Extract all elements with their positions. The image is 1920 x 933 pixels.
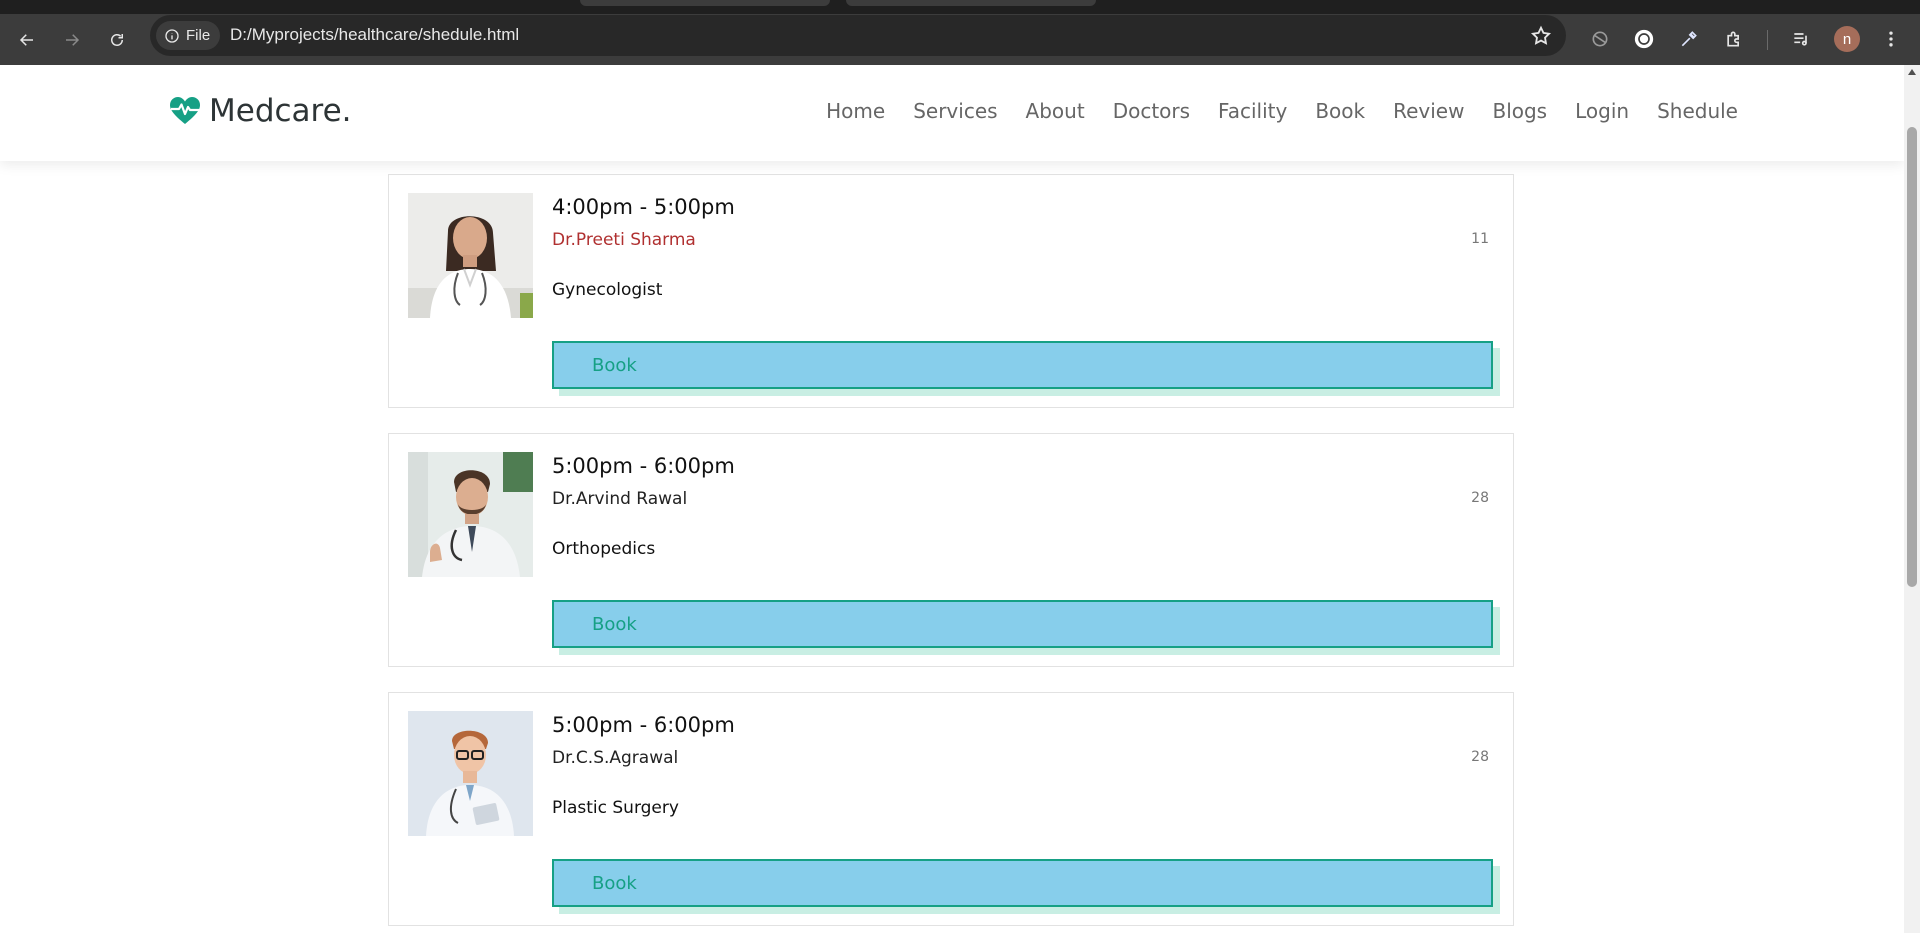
doctor-photo: [408, 452, 533, 577]
book-button[interactable]: Book: [552, 341, 1493, 389]
time-slot: 5:00pm - 6:00pm: [552, 713, 735, 737]
nav-shedule[interactable]: Shedule: [1657, 99, 1738, 123]
browser-toolbar: File D:/Myprojects/healthcare/shedule.ht…: [0, 14, 1920, 65]
site-info-chip[interactable]: File: [156, 21, 221, 50]
doctor-specialty: Gynecologist: [552, 280, 663, 300]
book-button[interactable]: Book: [552, 600, 1493, 648]
nav-home[interactable]: Home: [826, 99, 885, 123]
slot-count: 28: [1471, 749, 1489, 765]
doctor-specialty: Orthopedics: [552, 539, 656, 559]
extension-blocked-icon[interactable]: [1587, 26, 1613, 52]
nav-blogs[interactable]: Blogs: [1492, 99, 1547, 123]
doctor-name: Dr.Preeti Sharma: [552, 230, 696, 250]
schedule-card: 5:00pm - 6:00pm Dr.C.S.Agrawal Plastic S…: [388, 692, 1514, 926]
slot-count: 11: [1471, 231, 1489, 247]
doctor-photo: [408, 193, 533, 318]
schedule-card: 5:00pm - 6:00pm Dr.Arvind Rawal Orthoped…: [388, 433, 1514, 667]
forward-icon[interactable]: [58, 26, 86, 54]
heart-pulse-icon: [170, 97, 200, 124]
eyedropper-icon[interactable]: [1676, 26, 1702, 52]
media-queue-icon[interactable]: [1788, 26, 1814, 52]
schedule-card: 4:00pm - 5:00pm Dr.Preeti Sharma Gynecol…: [388, 174, 1514, 408]
file-chip-label: File: [186, 27, 211, 44]
address-bar[interactable]: File D:/Myprojects/healthcare/shedule.ht…: [150, 15, 1566, 56]
nav-about[interactable]: About: [1026, 99, 1085, 123]
page-viewport: Medcare. Home Services About Doctors Fac…: [0, 65, 1904, 933]
profile-avatar[interactable]: n: [1834, 26, 1860, 52]
logo-text: Medcare.: [209, 93, 352, 129]
extension-circle-icon[interactable]: [1631, 26, 1657, 52]
toolbar-divider: [1767, 30, 1768, 50]
menu-kebab-icon[interactable]: [1878, 26, 1904, 52]
nav-review[interactable]: Review: [1393, 99, 1464, 123]
doctor-name: Dr.Arvind Rawal: [552, 489, 688, 509]
vertical-scrollbar[interactable]: [1904, 65, 1920, 933]
info-icon: [165, 28, 179, 43]
slot-count: 28: [1471, 490, 1489, 506]
nav-facility[interactable]: Facility: [1218, 99, 1287, 123]
url-text[interactable]: D:/Myprojects/healthcare/shedule.html: [230, 25, 519, 45]
main-nav: Home Services About Doctors Facility Boo…: [826, 99, 1738, 123]
back-icon[interactable]: [13, 26, 41, 54]
doctor-name: Dr.C.S.Agrawal: [552, 748, 679, 768]
bookmark-star-icon[interactable]: [1530, 25, 1552, 47]
nav-doctors[interactable]: Doctors: [1113, 99, 1190, 123]
nav-services[interactable]: Services: [913, 99, 997, 123]
book-button[interactable]: Book: [552, 859, 1493, 907]
browser-tab[interactable]: [580, 0, 830, 6]
schedule-list: 4:00pm - 5:00pm Dr.Preeti Sharma Gynecol…: [388, 174, 1514, 933]
time-slot: 5:00pm - 6:00pm: [552, 454, 735, 478]
logo[interactable]: Medcare.: [169, 93, 352, 129]
scroll-thumb[interactable]: [1907, 127, 1917, 587]
browser-chrome: File D:/Myprojects/healthcare/shedule.ht…: [0, 0, 1920, 65]
scroll-up-icon[interactable]: [1908, 69, 1916, 75]
doctor-specialty: Plastic Surgery: [552, 798, 679, 818]
time-slot: 4:00pm - 5:00pm: [552, 195, 735, 219]
browser-tab[interactable]: [846, 0, 1096, 6]
nav-login[interactable]: Login: [1575, 99, 1629, 123]
nav-book[interactable]: Book: [1315, 99, 1365, 123]
site-header: Medcare. Home Services About Doctors Fac…: [0, 65, 1904, 161]
tab-strip: [0, 0, 1920, 14]
extensions-puzzle-icon[interactable]: [1721, 26, 1747, 52]
reload-icon[interactable]: [103, 26, 131, 54]
doctor-photo: [408, 711, 533, 836]
